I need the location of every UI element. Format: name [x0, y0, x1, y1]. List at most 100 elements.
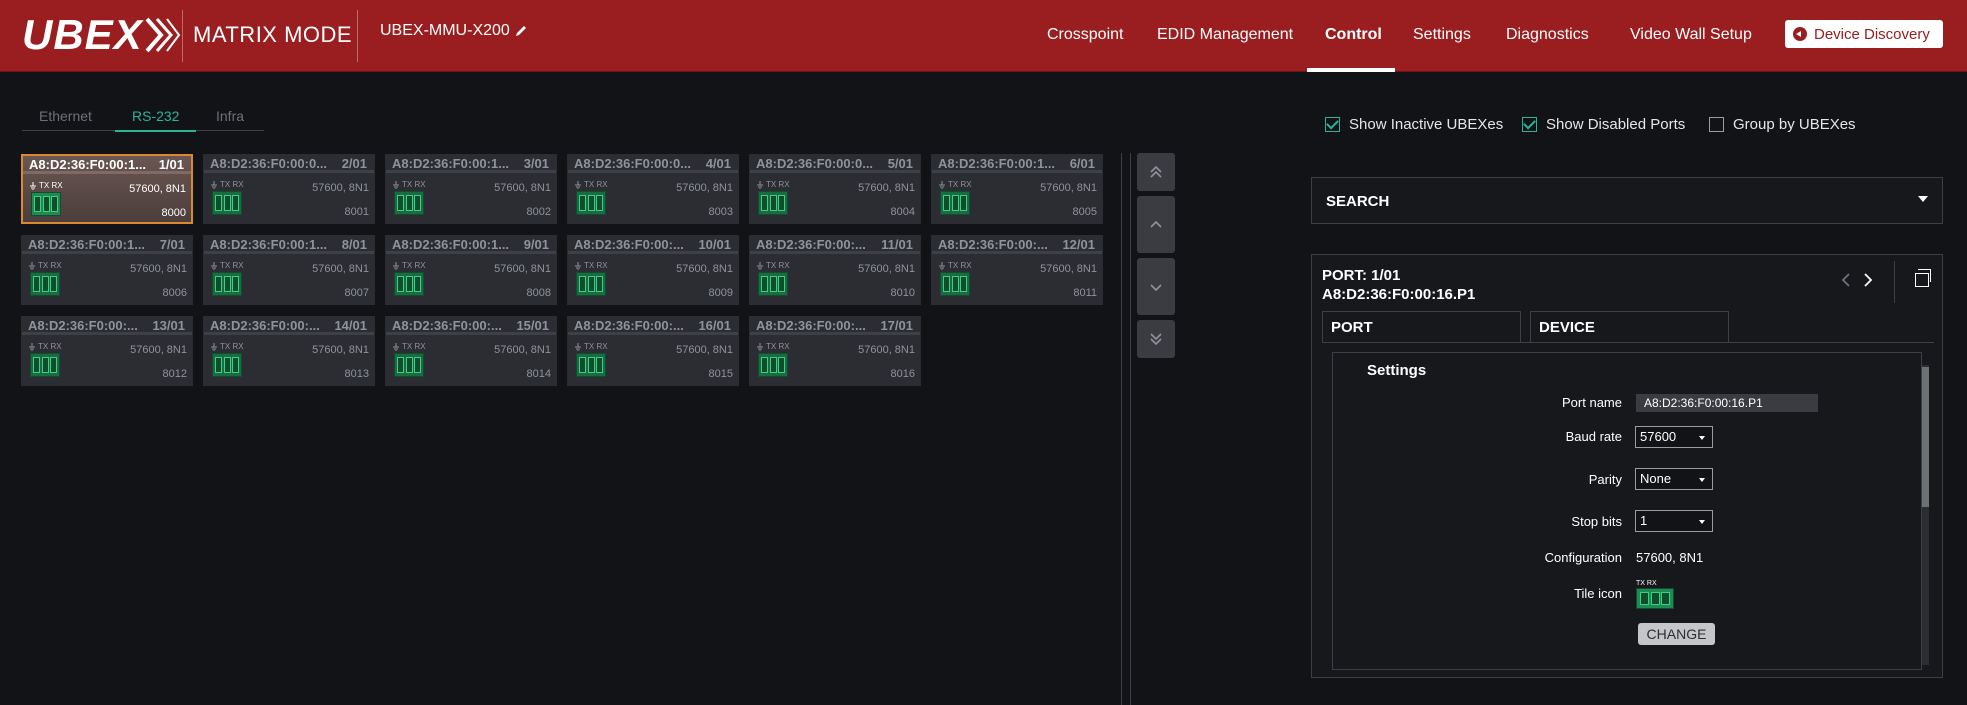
port-tile[interactable]: A8:D2:36:F0:00:... 10/01 TX RX 57600, 8N1 80… [567, 235, 739, 305]
tile-txrx-label: TX RX [584, 342, 608, 351]
tile-baud: 57600, 8N1 [858, 182, 915, 194]
nav-diagnostics[interactable]: Diagnostics [1506, 26, 1589, 44]
pencil-icon[interactable] [514, 24, 528, 38]
tile-port-name: A8:D2:36:F0:00:0... [210, 156, 328, 170]
nav-edid-management[interactable]: EDID Management [1157, 26, 1293, 44]
tab-ethernet[interactable]: Ethernet [39, 108, 92, 124]
baud-rate-select[interactable]: 57600 [1635, 426, 1713, 448]
port-tile[interactable]: A8:D2:36:F0:00:... 11/01 TX RX 57600, 8N1 80… [749, 235, 921, 305]
tile-tcp-port: 8004 [890, 206, 915, 218]
port-tile[interactable]: A8:D2:36:F0:00:... 17/01 TX RX 57600, 8N1 80… [749, 316, 921, 386]
ubex-logo[interactable]: UBEX [22, 10, 181, 60]
ground-icon [939, 261, 945, 270]
stop-bits-select[interactable]: 1 [1635, 510, 1713, 532]
show-disabled-checkbox[interactable]: Show Disabled Ports [1522, 116, 1685, 133]
tile-baud: 57600, 8N1 [1040, 182, 1097, 194]
nav-video-wall-setup[interactable]: Video Wall Setup [1630, 26, 1752, 44]
checkbox-unchecked[interactable] [1709, 117, 1724, 132]
port-number: PORT: 1/01 [1322, 267, 1401, 284]
device-discovery-button[interactable]: Device Discovery [1785, 20, 1943, 48]
port-tile[interactable]: A8:D2:36:F0:00:1... 1/01 TX RX 57600, 8N1 80… [21, 154, 193, 224]
tile-txrx: TX RX [756, 180, 790, 189]
group-by-ubexes-checkbox[interactable]: Group by UBEXes [1709, 116, 1856, 133]
parity-select[interactable]: None [1635, 468, 1713, 490]
search-panel[interactable]: SEARCH [1311, 177, 1943, 224]
port-tile[interactable]: A8:D2:36:F0:00:1... 8/01 TX RX 57600, 8N1 80… [203, 235, 375, 305]
port-name-input[interactable]: A8:D2:36:F0:00:16.P1 [1636, 394, 1818, 412]
ground-icon [575, 180, 581, 189]
tile-tcp-port: 8005 [1072, 206, 1097, 218]
port-tile[interactable]: A8:D2:36:F0:00:0... 5/01 TX RX 57600, 8N1 80… [749, 154, 921, 224]
port-name-label: Port name [1562, 395, 1622, 410]
device-name-text: UBEX-MMU-X200 [380, 22, 510, 39]
tile-baud: 57600, 8N1 [129, 183, 186, 195]
tile-baud: 57600, 8N1 [494, 182, 551, 194]
tile-txrx: TX RX [574, 261, 608, 270]
show-inactive-label: Show Inactive UBEXes [1349, 116, 1504, 133]
chevron-down-icon [1150, 283, 1162, 291]
tile-icon-label: Tile icon [1574, 586, 1622, 601]
tile-port-name: A8:D2:36:F0:00:1... [29, 157, 147, 171]
scroll-bottom-button[interactable] [1137, 320, 1175, 358]
show-inactive-checkbox[interactable]: Show Inactive UBEXes [1325, 116, 1503, 133]
tab-device[interactable]: DEVICE [1530, 311, 1729, 342]
settings-fieldset [1332, 352, 1922, 670]
settings-scrollbar-thumb[interactable] [1922, 367, 1929, 507]
caret-down-icon[interactable] [1918, 196, 1928, 202]
tile-scrollbar[interactable] [1121, 153, 1131, 705]
tile-txrx-label: TX RX [948, 180, 972, 189]
tile-header: A8:D2:36:F0:00:... 14/01 [204, 317, 374, 335]
popout-window-icon[interactable] [1915, 269, 1931, 287]
port-title: PORT: 1/01 A8:D2:36:F0:00:16.P1 [1322, 266, 1475, 304]
checkbox-checked[interactable] [1325, 117, 1340, 132]
tile-txrx: TX RX [392, 342, 426, 351]
serial-connector-icon [212, 191, 242, 215]
port-tile[interactable]: A8:D2:36:F0:00:1... 6/01 TX RX 57600, 8N1 80… [931, 154, 1103, 224]
device-name[interactable]: UBEX-MMU-X200 [380, 22, 528, 40]
scroll-top-button[interactable] [1137, 153, 1175, 191]
tile-header: A8:D2:36:F0:00:0... 4/01 [568, 155, 738, 173]
tab-infra[interactable]: Infra [216, 108, 244, 124]
tile-port-name: A8:D2:36:F0:00:... [574, 237, 684, 251]
tile-txrx-label: TX RX [220, 180, 244, 189]
tile-baud: 57600, 8N1 [858, 344, 915, 356]
tile-port-name: A8:D2:36:F0:00:... [574, 318, 684, 332]
settings-title: Settings [1363, 362, 1431, 379]
tab-port[interactable]: PORT [1322, 311, 1521, 342]
port-tile[interactable]: A8:D2:36:F0:00:... 13/01 TX RX 57600, 8N1 80… [21, 316, 193, 386]
nav-control[interactable]: Control [1325, 26, 1382, 44]
port-tile[interactable]: A8:D2:36:F0:00:... 15/01 TX RX 57600, 8N1 80… [385, 316, 557, 386]
port-tile[interactable]: A8:D2:36:F0:00:0... 2/01 TX RX 57600, 8N1 80… [203, 154, 375, 224]
tile-baud: 57600, 8N1 [130, 344, 187, 356]
port-tile[interactable]: A8:D2:36:F0:00:... 14/01 TX RX 57600, 8N1 80… [203, 316, 375, 386]
tile-port-name: A8:D2:36:F0:00:... [28, 318, 138, 332]
tile-port-index: 5/01 [887, 156, 913, 171]
port-tile[interactable]: A8:D2:36:F0:00:... 16/01 TX RX 57600, 8N1 80… [567, 316, 739, 386]
tile-tcp-port: 8014 [526, 368, 551, 380]
port-tile[interactable]: A8:D2:36:F0:00:1... 3/01 TX RX 57600, 8N1 80… [385, 154, 557, 224]
tile-tcp-port: 8015 [708, 368, 733, 380]
chevron-left-icon[interactable] [1840, 271, 1852, 289]
nav-settings[interactable]: Settings [1413, 26, 1471, 44]
nav-active-indicator [1307, 68, 1395, 72]
checkbox-checked[interactable] [1522, 117, 1537, 132]
scroll-down-button[interactable] [1137, 258, 1175, 315]
tile-port-index: 6/01 [1069, 156, 1095, 171]
port-tile[interactable]: A8:D2:36:F0:00:0... 4/01 TX RX 57600, 8N1 80… [567, 154, 739, 224]
device-discovery-label: Device Discovery [1814, 25, 1930, 43]
port-tile[interactable]: A8:D2:36:F0:00:1... 7/01 TX RX 57600, 8N1 80… [21, 235, 193, 305]
ground-icon [211, 261, 217, 270]
port-tile[interactable]: A8:D2:36:F0:00:... 12/01 TX RX 57600, 8N1 80… [931, 235, 1103, 305]
tab-rs232[interactable]: RS-232 [132, 108, 179, 124]
tile-tcp-port: 8006 [162, 287, 187, 299]
serial-connector-icon [940, 272, 970, 296]
tile-tcp-port: 8001 [344, 206, 369, 218]
change-icon-button[interactable]: CHANGE [1638, 623, 1715, 645]
port-tile[interactable]: A8:D2:36:F0:00:1... 9/01 TX RX 57600, 8N1 80… [385, 235, 557, 305]
tile-txrx: TX RX [392, 180, 426, 189]
scroll-up-button[interactable] [1137, 196, 1175, 253]
chevron-right-icon[interactable] [1862, 271, 1874, 289]
configuration-value: 57600, 8N1 [1636, 550, 1704, 565]
serial-connector-icon [576, 272, 606, 296]
nav-crosspoint[interactable]: Crosspoint [1047, 26, 1123, 44]
